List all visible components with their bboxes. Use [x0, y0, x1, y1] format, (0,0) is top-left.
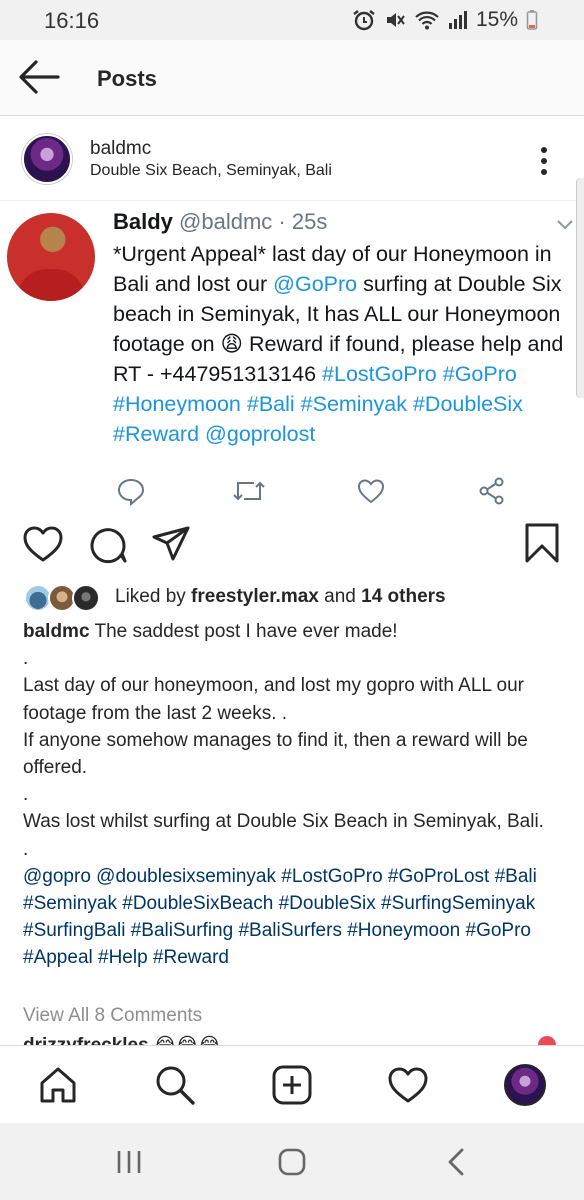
tweet-scrollbar [576, 178, 584, 398]
caption-dot-2: . [23, 784, 29, 806]
tweet-mention-gopro: @GoPro [273, 272, 358, 296]
signal-icon [448, 11, 467, 29]
bookmark-icon[interactable] [524, 522, 560, 564]
post-image-tweet[interactable]: Baldy @baldmc · 25s *Urgent Appeal* last… [0, 178, 584, 519]
add-post-icon[interactable] [271, 1064, 313, 1106]
tweet-mention-goprolost: @goprolost [205, 422, 316, 446]
caption-hashtags[interactable]: @gopro @doublesixseminyak #LostGoPro #Go… [23, 863, 568, 972]
post-caption: baldmc The saddest post I have ever made… [23, 618, 568, 972]
battery-icon [526, 10, 538, 30]
arrow-left-icon[interactable] [18, 59, 60, 95]
tweet-time: · 25s [272, 209, 328, 234]
liker-username[interactable]: freestyler.max [191, 586, 319, 607]
share-icon [479, 477, 504, 505]
caption-dot-3: . [23, 838, 29, 860]
tweet-actions [0, 476, 584, 510]
status-icons: 15% [352, 8, 538, 32]
alarm-icon [353, 10, 375, 31]
likes-others[interactable]: 14 others [361, 586, 445, 607]
caption-dot-1: . [23, 648, 29, 670]
post-header: baldmc Double Six Beach, Seminyak, Bali [0, 117, 584, 201]
view-all-comments-link[interactable]: View All 8 Comments [23, 1005, 202, 1027]
home-icon[interactable] [38, 1065, 78, 1105]
tweet-text: *Urgent Appeal* last day of our Honeymoo… [113, 239, 583, 449]
wifi-icon [415, 11, 439, 30]
tweet-name: Baldy [113, 209, 173, 234]
likes-middle: and [318, 586, 362, 607]
weary-face-emoji: 😩 [220, 332, 244, 356]
post-action-bar [0, 519, 584, 579]
caption-paragraph-3: If anyone somehow manages to find it, th… [23, 729, 528, 779]
likes-text: Liked by freestyler.max and 14 others [115, 586, 446, 608]
post-location[interactable]: Double Six Beach, Seminyak, Bali [90, 162, 332, 180]
caption-paragraph-4: Was lost whilst surfing at Double Six Be… [23, 811, 544, 833]
status-bar: 16:16 15% [0, 0, 584, 40]
comment-icon[interactable] [88, 525, 128, 565]
post-author-avatar[interactable] [22, 134, 72, 184]
back-chevron-icon[interactable] [444, 1147, 468, 1177]
tweet-handle: @baldmc [179, 209, 273, 234]
page-title: Posts [97, 66, 157, 91]
system-navigation-bar [0, 1123, 584, 1200]
likes-prefix: Liked by [115, 586, 192, 607]
caption-paragraph-2: Last day of our honeymoon, and lost my g… [23, 675, 524, 724]
mute-icon [386, 13, 405, 27]
profile-avatar[interactable] [504, 1064, 546, 1106]
tweet-header: Baldy @baldmc · 25s [113, 209, 327, 235]
likes-row[interactable]: Liked by freestyler.max and 14 others [0, 582, 584, 614]
battery-percentage: 15% [475, 8, 518, 31]
caption-line-1: The saddest post I have ever made! [89, 621, 398, 642]
bottom-nav [0, 1045, 584, 1123]
send-icon[interactable] [151, 525, 191, 563]
chevron-down-icon [557, 220, 573, 230]
post-username[interactable]: baldmc [90, 138, 151, 160]
search-icon[interactable] [154, 1064, 196, 1106]
caption-username[interactable]: baldmc [23, 621, 90, 642]
retweet-icon [233, 481, 265, 501]
app-header: Posts [0, 40, 584, 116]
like-icon [357, 479, 385, 504]
status-time: 16:16 [44, 8, 100, 33]
home-circle-icon[interactable] [277, 1147, 307, 1177]
reply-icon [117, 478, 145, 506]
activity-heart-icon[interactable] [387, 1065, 429, 1105]
heart-icon[interactable] [22, 524, 64, 564]
liker-avatar [72, 584, 100, 612]
more-vertical-icon[interactable] [536, 144, 552, 178]
tweet-avatar [7, 213, 95, 301]
recents-icon[interactable] [114, 1149, 144, 1175]
